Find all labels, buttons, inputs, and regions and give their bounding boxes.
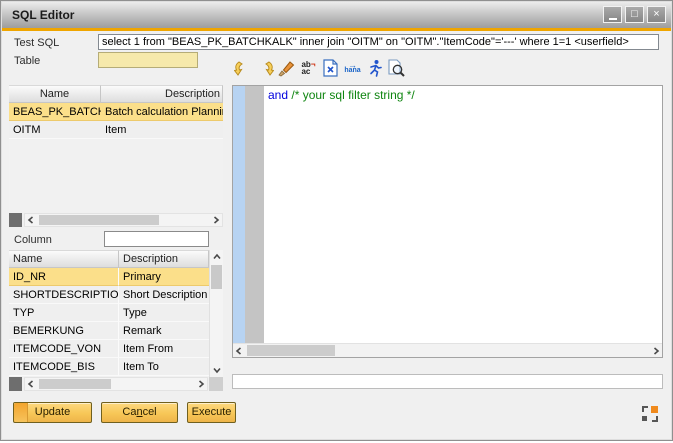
scroll-right-icon[interactable] [650, 344, 662, 357]
format-brush-icon[interactable] [277, 58, 296, 79]
splitter-handle[interactable] [9, 377, 22, 391]
redo-icon[interactable] [255, 58, 274, 79]
scrollbar-thumb[interactable] [39, 215, 159, 225]
syntax-check-icon[interactable] [321, 58, 340, 79]
test-sql-input[interactable] [98, 34, 659, 50]
columns-list: Name Description ID_NR Primary SHORTDESC… [9, 250, 223, 377]
title-bar[interactable]: SQL Editor □ × [2, 2, 671, 28]
column-row[interactable]: ITEMCODE_BIS Item To [9, 358, 209, 376]
scroll-up-icon[interactable] [210, 250, 223, 264]
tables-hscrollbar [9, 213, 223, 227]
maximize-icon: □ [631, 9, 638, 20]
column-label: Column [14, 234, 52, 246]
test-sql-label: Test SQL [14, 37, 59, 49]
column-row[interactable]: SHORTDESCRIPTION Short Description [9, 286, 209, 304]
column-row[interactable]: ID_NR Primary [9, 268, 209, 286]
accent-line [2, 28, 671, 31]
minimize-button[interactable] [603, 6, 622, 23]
column-row[interactable]: BEMERKUNG Remark [9, 322, 209, 340]
update-button[interactable]: Update [13, 402, 92, 423]
scroll-right-icon[interactable] [195, 378, 207, 390]
close-button[interactable]: × [647, 6, 666, 23]
tables-list: Name Description BEAS_PK_BATCH Batch cal… [9, 85, 223, 213]
default-button-stripe [14, 403, 28, 422]
cancel-button[interactable]: Cancel [101, 402, 178, 423]
scroll-left-icon[interactable] [25, 214, 37, 226]
sql-keyword: and [268, 88, 288, 102]
scroll-left-icon[interactable] [233, 344, 245, 357]
status-input[interactable] [232, 374, 663, 389]
scrollbar-corner [209, 377, 223, 391]
editor-hscrollbar[interactable] [233, 343, 662, 357]
column-row[interactable]: ITEMCODE_VON Item From [9, 340, 209, 358]
scrollbar-thumb[interactable] [211, 265, 222, 289]
sql-editor-window: SQL Editor □ × Test SQL Table ab¬ac →han… [0, 0, 673, 441]
tables-header-description: Description [101, 85, 223, 103]
sql-code-editor: and /* your sql filter string */ [232, 85, 663, 358]
scrollbar-thumb[interactable] [247, 345, 335, 356]
execute-button[interactable]: Execute [187, 402, 236, 423]
maximize-button[interactable]: □ [625, 6, 644, 23]
column-filter-input[interactable] [104, 231, 209, 247]
undo-icon[interactable] [233, 58, 252, 79]
preview-icon[interactable] [387, 58, 406, 79]
window-title: SQL Editor [12, 2, 74, 28]
scroll-down-icon[interactable] [210, 363, 223, 377]
sql-comment: /* your sql filter string */ [291, 88, 414, 102]
editor-text-area[interactable]: and /* your sql filter string */ [264, 86, 662, 343]
table-row[interactable]: OITM Item [9, 121, 223, 139]
columns-hscrollbar [9, 377, 223, 391]
splitter-handle[interactable] [9, 213, 22, 227]
table-label: Table [14, 55, 40, 67]
table-row[interactable]: BEAS_PK_BATCH Batch calculation Planning [9, 103, 223, 121]
close-icon: × [653, 9, 659, 20]
columns-vscrollbar[interactable] [209, 250, 223, 377]
columns-header-name: Name [9, 250, 119, 268]
columns-header-description: Description [119, 250, 209, 268]
scroll-left-icon[interactable] [25, 378, 37, 390]
minimize-icon [609, 18, 617, 20]
scrollbar-thumb[interactable] [39, 379, 111, 389]
scroll-right-icon[interactable] [210, 214, 222, 226]
editor-gutter [245, 86, 264, 343]
scrollbar-track[interactable] [24, 213, 223, 227]
replace-icon[interactable]: ab¬ac [299, 58, 318, 79]
tables-header-name: Name [9, 85, 101, 103]
hana-convert-icon[interactable]: →hana [343, 58, 362, 79]
run-icon[interactable] [365, 58, 384, 79]
resize-window-icon[interactable] [641, 405, 659, 423]
scrollbar-track[interactable] [24, 377, 208, 391]
table-input[interactable] [98, 52, 198, 68]
editor-toolbar: ab¬ac →hana [233, 57, 406, 79]
column-row[interactable]: TYP Type [9, 304, 209, 322]
editor-selection-margin [233, 86, 245, 343]
